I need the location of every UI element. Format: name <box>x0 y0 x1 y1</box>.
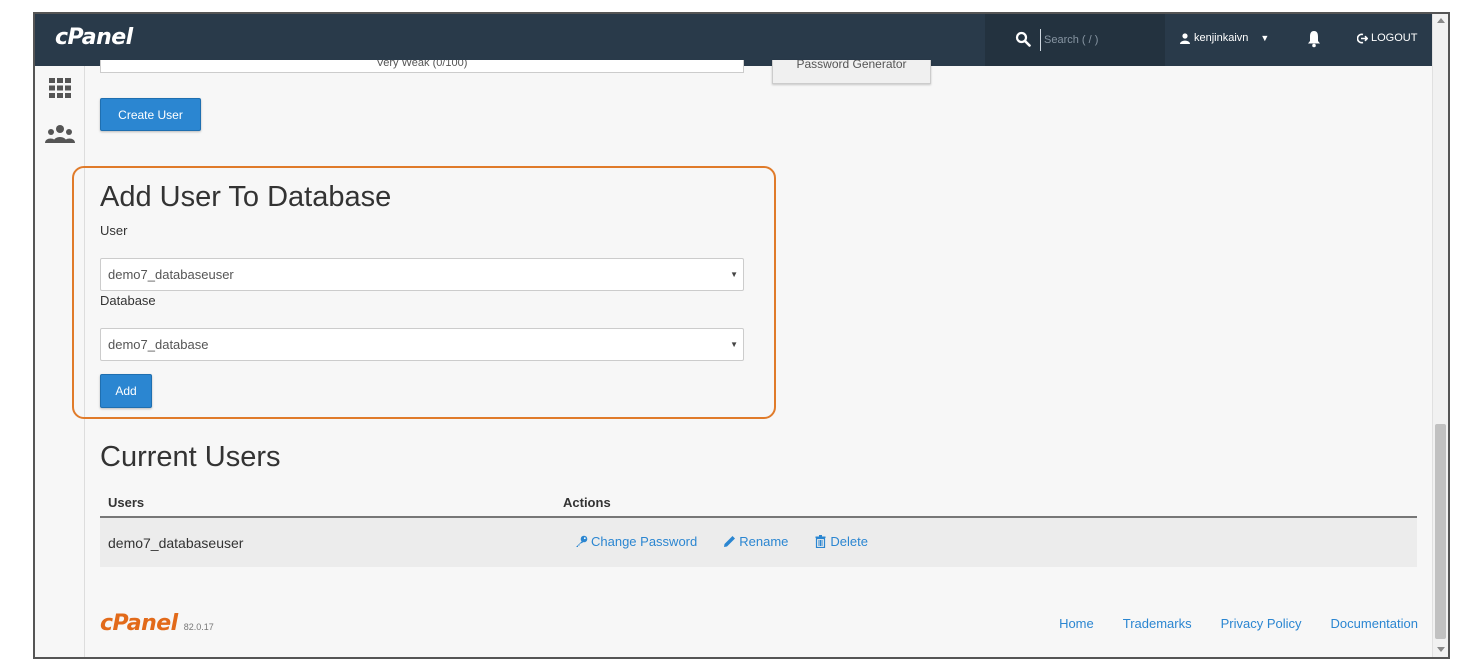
add-button[interactable]: Add <box>100 374 152 408</box>
footer-link-documentation[interactable]: Documentation <box>1331 616 1418 631</box>
user-cell: demo7_databaseuser <box>108 535 244 551</box>
row-actions: Change Password Rename Delete <box>575 534 868 549</box>
user-label: User <box>100 223 128 238</box>
search-icon <box>1015 31 1031 47</box>
pencil-icon <box>724 536 736 547</box>
database-select[interactable]: demo7_database ▼ <box>100 328 744 361</box>
table-row: demo7_databaseuser Change Password Renam… <box>100 518 1417 567</box>
users-table: Users Actions demo7_databaseuser Change … <box>100 491 1417 567</box>
user-select[interactable]: demo7_databaseuser ▼ <box>100 258 744 291</box>
password-strength-meter: Very Weak (0/100) <box>100 60 744 73</box>
logout-label: LOGOUT <box>1371 32 1418 44</box>
create-user-button[interactable]: Create User <box>100 98 201 131</box>
key-icon <box>576 535 588 547</box>
delete-label: Delete <box>830 534 868 549</box>
footer-links: Home Trademarks Privacy Policy Documenta… <box>1059 616 1418 631</box>
chevron-down-icon: ▼ <box>1260 33 1270 43</box>
rename-link[interactable]: Rename <box>723 534 788 549</box>
footer-link-privacy-policy[interactable]: Privacy Policy <box>1221 616 1302 631</box>
add-user-to-database-title: Add User To Database <box>100 181 392 213</box>
search-input[interactable] <box>1040 29 1155 51</box>
chevron-down-icon: ▼ <box>730 270 738 279</box>
password-generator-button[interactable]: Password Generator <box>772 60 931 84</box>
search-box <box>985 14 1165 66</box>
bell-icon[interactable] <box>1307 30 1321 48</box>
footer-link-home[interactable]: Home <box>1059 616 1094 631</box>
scroll-down-icon[interactable] <box>1437 647 1445 652</box>
footer-link-trademarks[interactable]: Trademarks <box>1123 616 1192 631</box>
database-label: Database <box>100 293 156 308</box>
browser-frame: cPanel kenjinkaivn ▼ LOGOUT <box>33 12 1450 659</box>
scrollbar[interactable] <box>1432 14 1448 657</box>
change-password-link[interactable]: Change Password <box>575 534 697 549</box>
trash-icon <box>815 535 826 548</box>
chevron-down-icon: ▼ <box>730 340 738 349</box>
database-select-value: demo7_database <box>108 337 209 352</box>
username: kenjinkaivn <box>1194 32 1249 44</box>
top-navbar: cPanel kenjinkaivn ▼ LOGOUT <box>35 14 1432 66</box>
table-header: Users Actions <box>100 491 1417 518</box>
footer-cpanel-logo: cPanel <box>100 611 178 636</box>
users-icon[interactable] <box>45 124 75 144</box>
logout-icon <box>1357 33 1368 43</box>
cpanel-logo[interactable]: cPanel <box>55 25 133 50</box>
column-header-actions: Actions <box>563 495 611 510</box>
change-password-label: Change Password <box>591 534 698 549</box>
rename-label: Rename <box>739 534 789 549</box>
scrollbar-thumb[interactable] <box>1435 424 1446 639</box>
current-users-title: Current Users <box>100 441 281 473</box>
user-menu[interactable]: kenjinkaivn ▼ <box>1180 32 1269 44</box>
column-header-users: Users <box>108 495 145 510</box>
grid-icon[interactable] <box>49 78 71 98</box>
delete-link[interactable]: Delete <box>814 534 868 549</box>
user-icon <box>1180 32 1190 44</box>
footer-logo: cPanel 82.0.17 <box>100 611 214 636</box>
logout-button[interactable]: LOGOUT <box>1357 32 1417 44</box>
scroll-up-icon[interactable] <box>1437 18 1445 23</box>
user-select-value: demo7_databaseuser <box>108 267 234 282</box>
version-label: 82.0.17 <box>183 622 214 632</box>
